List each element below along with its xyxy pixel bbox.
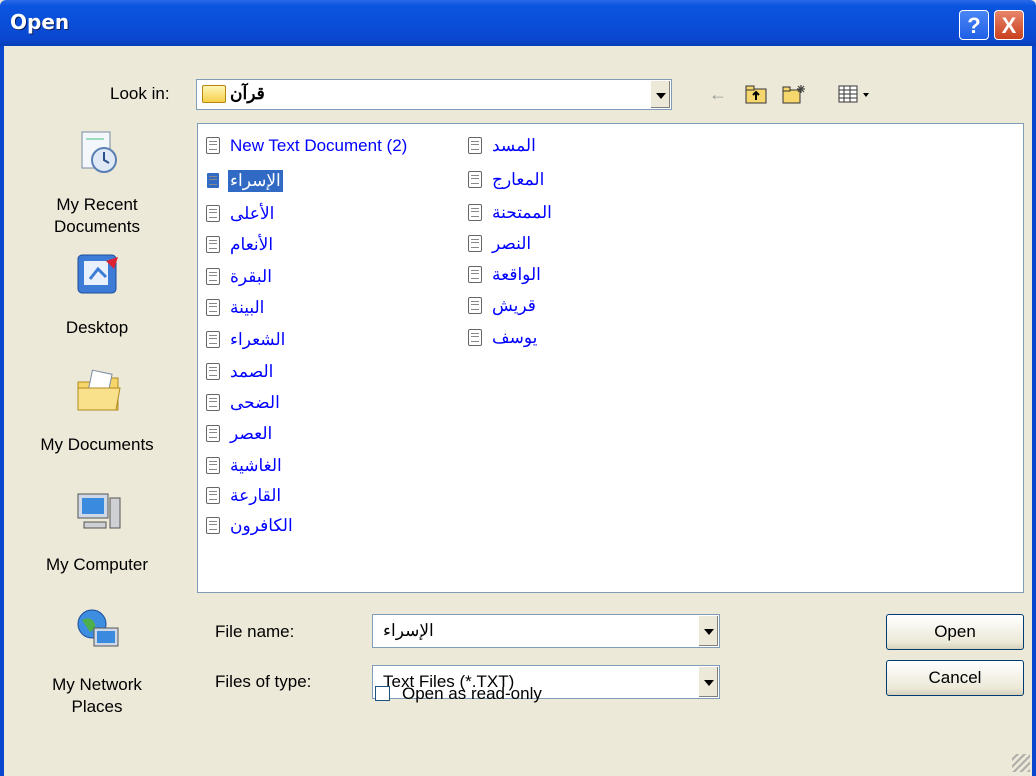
text-file-icon (468, 266, 482, 283)
desktop-icon (77, 254, 118, 294)
place-label-my-documents: My Documents (40, 435, 154, 454)
file-name-input[interactable]: الإسراء (372, 614, 720, 648)
text-file-icon (468, 204, 482, 221)
place-label-my-computer: My Computer (45, 555, 149, 574)
place-label-desktop: Desktop (65, 318, 129, 337)
file-name-label: File name: (215, 622, 295, 641)
file-name: العصر (230, 424, 273, 443)
views-menu-icon[interactable] (835, 84, 875, 104)
file-name: New Text Document (2) (230, 136, 408, 155)
help-button[interactable]: ? (959, 10, 989, 40)
look-in-combo[interactable]: قرآن (196, 79, 672, 110)
folder-icon (202, 85, 226, 103)
text-file-icon (206, 268, 220, 285)
text-file-icon (206, 425, 220, 442)
look-in-value: قرآن (230, 84, 265, 103)
text-file-icon (468, 137, 482, 154)
open-button[interactable]: Open (886, 614, 1024, 650)
network-places-icon (77, 609, 119, 647)
my-documents-icon (77, 369, 121, 411)
file-name: الواقعة (492, 265, 541, 284)
file-name: الضحى (230, 393, 280, 412)
back-arrow-icon[interactable]: ← (707, 84, 729, 104)
text-file-icon (206, 236, 220, 253)
file-name: المسد (492, 136, 536, 155)
text-file-icon (206, 457, 220, 474)
file-name: البقرة (230, 267, 272, 286)
text-file-icon (206, 331, 220, 348)
up-folder-icon[interactable] (745, 84, 767, 104)
read-only-label[interactable]: Open as read-only (402, 684, 542, 704)
file-name: قريش (492, 296, 536, 315)
file-name: الغاشية (230, 456, 282, 475)
file-name: الكافرون (230, 516, 293, 535)
file-name: القارعة (230, 486, 282, 505)
file-name: الإسراء (228, 170, 283, 192)
file-list[interactable]: New Text Document (2) الإسراء الأعلى الأ… (197, 123, 1024, 593)
resize-grip[interactable] (1012, 754, 1030, 772)
text-file-icon (206, 172, 220, 189)
file-name: الممتحنة (492, 203, 552, 222)
file-name-dropdown-arrow[interactable] (698, 616, 718, 646)
text-file-icon (206, 487, 220, 504)
look-in-label: Look in: (110, 84, 170, 103)
text-file-icon (468, 297, 482, 314)
close-button[interactable]: X (994, 10, 1024, 40)
file-name: الصمد (230, 362, 274, 381)
files-of-type-label: Files of type: (215, 672, 312, 691)
text-file-icon (206, 517, 220, 534)
text-file-icon (206, 299, 220, 316)
file-name: الشعراء (230, 330, 286, 349)
file-name: الأعلى (230, 204, 275, 223)
new-folder-icon[interactable] (782, 84, 805, 104)
file-name: البينة (230, 298, 265, 317)
place-label-network-places: My Network Places (52, 675, 142, 716)
file-name: النصر (492, 234, 532, 253)
cancel-button[interactable]: Cancel (886, 660, 1024, 696)
place-label-recent-documents: My Recent Documents (54, 195, 140, 236)
text-file-icon (468, 235, 482, 252)
files-of-type-dropdown-arrow[interactable] (698, 667, 718, 697)
text-file-icon (206, 394, 220, 411)
text-file-icon (468, 329, 482, 346)
file-name: يوسف (492, 328, 538, 347)
file-name: المعارج (492, 170, 545, 189)
window-title: Open (10, 10, 70, 34)
text-file-icon (206, 205, 220, 222)
window-frame-left (0, 46, 4, 776)
window-frame-right (1032, 46, 1036, 776)
text-file-icon (468, 171, 482, 188)
text-file-icon (206, 363, 220, 380)
recent-documents-icon (81, 131, 117, 173)
file-name: الأنعام (230, 235, 274, 254)
read-only-checkbox[interactable] (375, 686, 390, 701)
file-name-value: الإسراء (383, 621, 434, 640)
my-computer-icon (77, 493, 121, 529)
look-in-dropdown-arrow[interactable] (650, 81, 670, 108)
title-bar[interactable]: Open ? X (0, 0, 1036, 46)
text-file-icon (206, 137, 220, 154)
